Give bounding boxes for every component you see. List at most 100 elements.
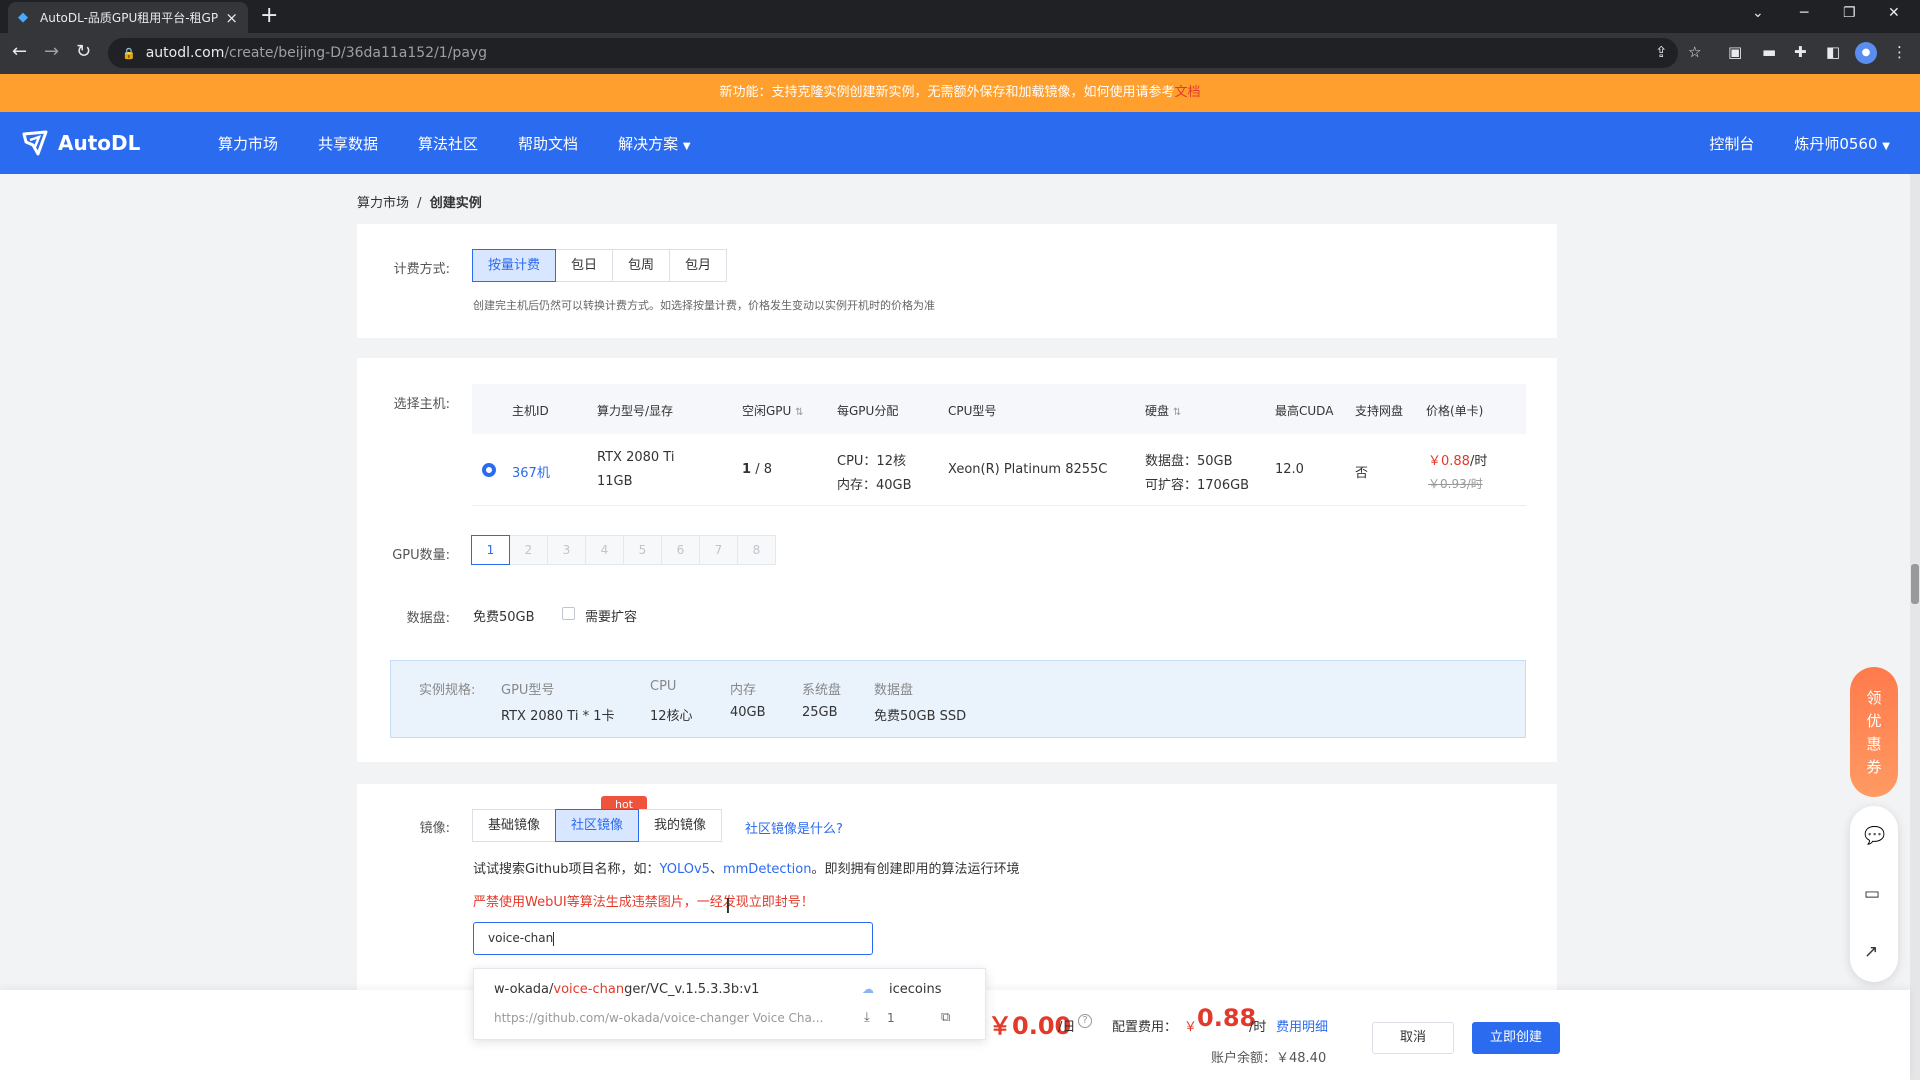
feedback-edit-icon[interactable]: ↗ (1864, 942, 1878, 962)
cancel-button[interactable]: 取消 (1372, 1022, 1454, 1054)
gpu-count-7: 7 (699, 535, 738, 565)
suggestion-title: w-okada/voice-changer/VC_v.1.5.3.3b:v1 (494, 982, 759, 997)
user-menu[interactable]: 炼丹师0560 ▼ (1794, 133, 1890, 154)
suggestion-description: https://github.com/w-okada/voice-changer… (494, 1011, 824, 1025)
external-link-icon[interactable]: ⧉ (941, 1010, 950, 1025)
image-suggestion-dropdown: w-okada/voice-changer/VC_v.1.5.3.3b:v1 ☁… (473, 968, 986, 1040)
spec-label: 实例规格: (419, 683, 476, 698)
feature-notice-bar: 新功能：支持克隆实例创建新实例，无需额外保存和加载镜像，如何使用请参考文档 (0, 74, 1920, 112)
back-icon[interactable]: ← (12, 42, 27, 62)
data-disk: 数据盘：50GB (1145, 454, 1233, 469)
gpu-count-1[interactable]: 1 (471, 535, 510, 565)
community-image-help-link[interactable]: 社区镜像是什么? (745, 818, 843, 837)
host-radio[interactable] (482, 463, 496, 477)
image-label: 镜像: (419, 821, 450, 836)
free-gpu-count: 1 (742, 462, 752, 477)
help-circle-icon[interactable]: ? (1078, 1014, 1092, 1028)
scrollbar-thumb[interactable] (1911, 564, 1919, 604)
cpu-model: Xeon(R) Platinum 8255C (948, 462, 1108, 477)
host-id[interactable]: 367机 (512, 462, 550, 481)
suggestion-author: icecoins (889, 982, 942, 997)
gpu-count-label: GPU数量: (392, 548, 450, 563)
coupon-button[interactable]: 领优惠券 (1850, 667, 1898, 797)
col-disk-label: 硬盘 (1145, 404, 1170, 418)
col-free-gpu[interactable]: 空闲GPU ⇅ (742, 402, 804, 419)
notice-doc-link[interactable]: 文档 (1175, 85, 1201, 100)
billing-weekly-button[interactable]: 包周 (612, 249, 671, 282)
caret-down-icon: ▼ (682, 140, 691, 152)
nav-algorithm-community[interactable]: 算法社区 (418, 133, 478, 154)
address-bar[interactable]: 🔒 autodl.com/create/beijing-D/36da11a152… (108, 38, 1678, 68)
restore-icon[interactable]: ❐ (1843, 5, 1856, 21)
message-icon[interactable]: ▭ (1864, 884, 1880, 904)
tab-close-icon[interactable]: × (225, 9, 238, 27)
notice-text: 新功能：支持克隆实例创建新实例，无需额外保存和加载镜像，如何使用请参考 (719, 85, 1175, 100)
breadcrumb-root[interactable]: 算力市场 (357, 196, 409, 211)
gpu-count-4: 4 (585, 535, 624, 565)
spec-gpu-value: RTX 2080 Ti * 1卡 (501, 709, 615, 724)
console-link[interactable]: 控制台 (1709, 133, 1754, 154)
tab-search-chevron-icon[interactable]: ⌄ (1752, 5, 1764, 21)
window-close-icon[interactable]: ✕ (1888, 5, 1900, 21)
bookmark-star-icon[interactable]: ☆ (1688, 43, 1701, 61)
share-icon[interactable]: ⇪ (1655, 43, 1668, 61)
minimize-icon[interactable]: ─ (1800, 5, 1808, 21)
autodl-logo[interactable]: AutoDL (20, 128, 140, 158)
instance-spec-panel: 实例规格: GPU型号 CPU 内存 系统盘 数据盘 RTX 2080 Ti *… (390, 660, 1526, 738)
col-cuda: 最高CUDA (1275, 404, 1334, 418)
account-balance: 账户余额：￥48.40 (1211, 1051, 1327, 1066)
side-panel-icon[interactable]: ◧ (1826, 43, 1840, 61)
hint-sep: 、 (709, 862, 723, 877)
browser-tab[interactable]: ◆ AutoDL-品质GPU租用平台-租GP × (8, 2, 248, 33)
nav-shared-data[interactable]: 共享数据 (318, 133, 378, 154)
expand-checkbox[interactable] (562, 607, 575, 620)
fee-detail-link[interactable]: 费用明细 (1276, 1016, 1328, 1035)
nav-compute-market[interactable]: 算力市场 (218, 133, 278, 154)
browser-menu-icon[interactable]: ⋮ (1892, 43, 1907, 61)
spec-cpu-header: CPU (650, 679, 677, 694)
download-icon: ⤓ (864, 1010, 870, 1025)
suggestion-item[interactable]: w-okada/voice-changer/VC_v.1.5.3.3b:v1 ☁… (474, 969, 985, 1039)
tab-my-image[interactable]: 我的镜像 (638, 809, 723, 842)
hint-yolov5-link[interactable]: YOLOv5 (660, 862, 710, 877)
author-avatar-icon: ☁ (862, 982, 874, 996)
autodl-logo-icon (22, 130, 48, 156)
billing-daily-button[interactable]: 包日 (555, 249, 614, 282)
main-nav: 算力市场 共享数据 算法社区 帮助文档 解决方案 ▼ (218, 112, 731, 174)
profile-avatar[interactable]: ● (1855, 42, 1877, 64)
total-gpu: / 8 (755, 462, 772, 477)
col-disk[interactable]: 硬盘 ⇅ (1145, 402, 1181, 419)
tab-community-image[interactable]: 社区镜像 (555, 809, 640, 842)
expand-label[interactable]: 需要扩容 (585, 606, 637, 625)
billing-monthly-button[interactable]: 包月 (669, 249, 728, 282)
new-tab-icon[interactable]: + (260, 4, 278, 28)
breadcrumb: 算力市场 / 创建实例 (357, 192, 482, 211)
page-scrollbar[interactable] (1910, 174, 1920, 1080)
breadcrumb-current: 创建实例 (429, 196, 482, 211)
billing-payg-button[interactable]: 按量计费 (472, 249, 557, 282)
sort-icon: ⇅ (795, 407, 804, 418)
tab-base-image[interactable]: 基础镜像 (472, 809, 557, 842)
image-search-input[interactable]: voice-chan (473, 922, 873, 955)
forward-icon[interactable]: → (44, 42, 59, 62)
col-price: 价格(单卡) (1426, 404, 1484, 418)
nav-solutions[interactable]: 解决方案 ▼ (618, 133, 691, 154)
extension-chat-icon[interactable]: ▬ (1762, 43, 1776, 61)
gpu-count-3: 3 (547, 535, 586, 565)
extension-screen-icon[interactable]: ▣ (1728, 43, 1742, 61)
wechat-icon[interactable]: 💬 (1864, 826, 1885, 846)
nav-help-docs[interactable]: 帮助文档 (518, 133, 578, 154)
config-price: 0.88 (1197, 1004, 1257, 1032)
hint-mmdetection-link[interactable]: mmDetection (723, 862, 811, 877)
config-fee-label: 配置费用： (1112, 1020, 1178, 1035)
price-value: ￥0.88 (1428, 454, 1470, 469)
extensions-puzzle-icon[interactable]: ✚ (1794, 43, 1807, 61)
create-instance-button[interactable]: 立即创建 (1472, 1022, 1560, 1054)
reload-icon[interactable]: ↻ (76, 42, 91, 62)
sort-icon: ⇅ (1172, 407, 1182, 418)
original-price: ￥0.93/时 (1428, 477, 1483, 491)
config-currency: ￥ (1184, 1020, 1198, 1035)
hint-suffix: 。即刻拥有创建即用的算法运行环境 (811, 862, 1020, 877)
autodl-favicon-icon: ◆ (18, 9, 28, 25)
host-row[interactable]: 367机 RTX 2080 Ti 11GB 1 / 8 CPU：12核 内存：4… (472, 434, 1526, 506)
